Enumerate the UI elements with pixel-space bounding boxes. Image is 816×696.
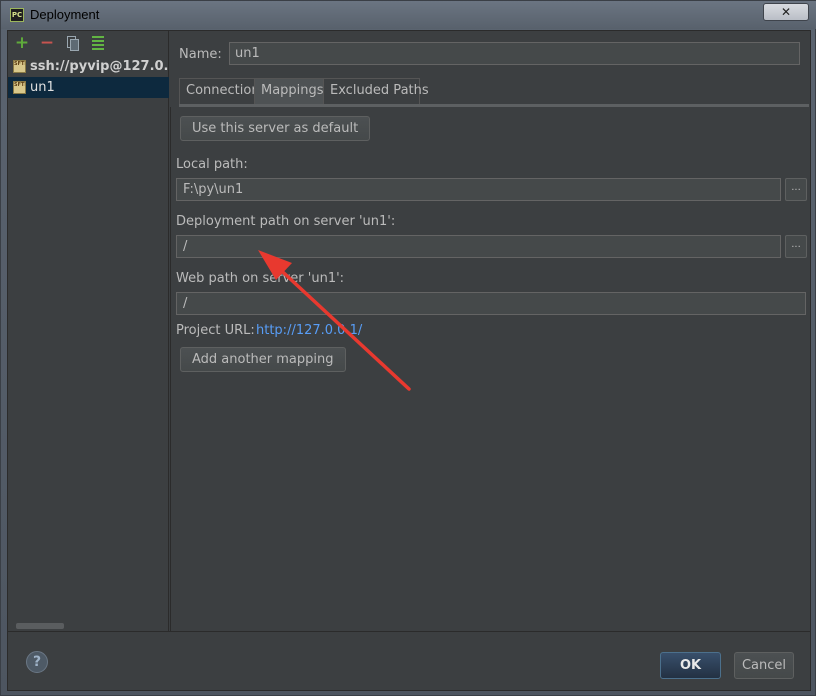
- local-path-field[interactable]: F:\py\un1: [176, 178, 781, 201]
- add-mapping-button[interactable]: Add another mapping: [180, 347, 346, 372]
- ok-button[interactable]: OK: [660, 652, 721, 679]
- name-label: Name:: [179, 47, 222, 62]
- server-item-label: ssh://pyvip@127.0.0.1:2: [30, 59, 169, 74]
- project-url-link[interactable]: http://127.0.0.1/: [256, 323, 362, 338]
- tab-connection[interactable]: Connection: [179, 78, 260, 104]
- server-list-panel: + − SFTP ssh://pyvip@127.0.0.1:2 SFTP un…: [8, 31, 169, 631]
- copy-icon[interactable]: [64, 35, 80, 51]
- web-path-label: Web path on server 'un1':: [176, 271, 345, 286]
- deployment-path-browse-button[interactable]: ...: [785, 235, 807, 258]
- minus-icon[interactable]: −: [39, 35, 55, 52]
- sftp-icon: SFTP: [13, 60, 26, 73]
- pycharm-icon: PC: [10, 8, 24, 22]
- tab-mappings[interactable]: Mappings: [254, 78, 324, 104]
- horizontal-scrollbar[interactable]: [16, 623, 64, 629]
- deployment-path-field[interactable]: /: [176, 235, 781, 258]
- server-item-ssh[interactable]: SFTP ssh://pyvip@127.0.0.1:2: [8, 56, 169, 77]
- plus-icon[interactable]: +: [14, 35, 30, 52]
- deployment-dialog: PC Deployment ✕ + − SFTP ssh://pyvip@127: [0, 0, 816, 696]
- window-title: Deployment: [30, 7, 100, 22]
- deployment-path-label: Deployment path on server 'un1':: [176, 214, 396, 229]
- tab-excluded-paths[interactable]: Excluded Paths: [323, 78, 429, 104]
- web-path-field[interactable]: /: [176, 292, 806, 315]
- server-item-label: un1: [30, 80, 55, 95]
- mappings-tab-content: Use this server as default Local path: F…: [170, 107, 810, 631]
- server-tree: SFTP ssh://pyvip@127.0.0.1:2 SFTP un1: [8, 56, 169, 98]
- server-item-un1[interactable]: SFTP un1: [8, 77, 169, 98]
- set-default-icon[interactable]: [89, 35, 105, 51]
- local-path-label: Local path:: [176, 157, 248, 172]
- dialog-body: + − SFTP ssh://pyvip@127.0.0.1:2 SFTP un…: [7, 30, 811, 691]
- server-settings-panel: Name: un1 Connection Mappings Excluded P…: [170, 31, 810, 631]
- help-icon[interactable]: ?: [26, 651, 48, 673]
- name-field[interactable]: un1: [229, 42, 800, 65]
- title-bar: PC Deployment ✕: [1, 1, 816, 29]
- cancel-button[interactable]: Cancel: [734, 652, 794, 679]
- set-default-icon-glyph: [92, 36, 104, 50]
- local-path-browse-button[interactable]: ...: [785, 178, 807, 201]
- close-button[interactable]: ✕: [763, 3, 809, 21]
- dialog-footer: ? OK Cancel: [8, 631, 810, 690]
- project-url-label: Project URL:: [176, 323, 255, 338]
- sftp-icon: SFTP: [13, 81, 26, 94]
- use-as-default-button[interactable]: Use this server as default: [180, 116, 371, 141]
- copy-icon-front: [70, 39, 79, 51]
